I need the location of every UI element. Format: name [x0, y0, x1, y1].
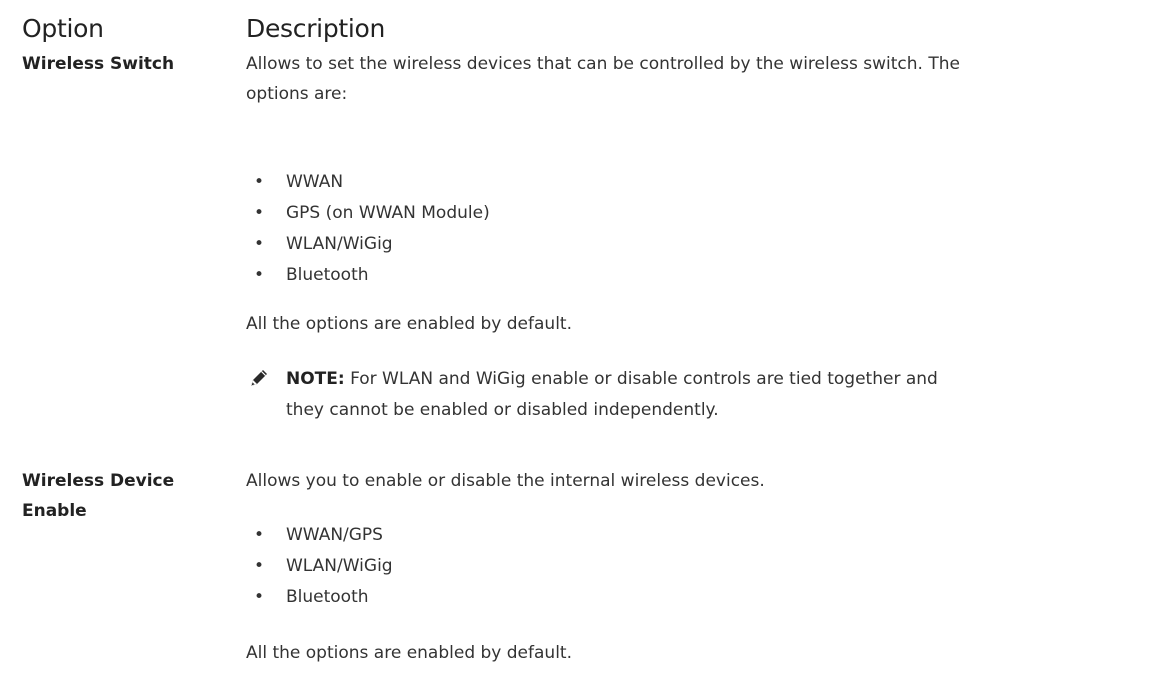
note-wlan-wigig: NOTE: For WLAN and WiGig enable or disab… — [286, 364, 1146, 426]
bullet-icon: • — [254, 203, 265, 223]
description-line-2: options are: — [246, 84, 348, 104]
bullet-icon: • — [254, 172, 265, 192]
list-item: • WWAN — [246, 167, 490, 198]
list-item-label: WLAN/WiGig — [286, 234, 393, 254]
bullet-icon: • — [254, 265, 265, 285]
list-item-label: Bluetooth — [286, 265, 369, 285]
list-item: • GPS (on WWAN Module) — [246, 198, 490, 229]
bullet-icon: • — [254, 556, 265, 576]
list-item-label: WWAN/GPS — [286, 525, 383, 545]
list-item: • Bluetooth — [246, 582, 393, 613]
option-label-line-1: Wireless Device — [22, 471, 175, 491]
option-label-line-2: Enable — [22, 501, 87, 521]
description-wireless-switch: Allows to set the wireless devices that … — [246, 49, 1146, 109]
note-line-2: they cannot be enabled or disabled indep… — [286, 400, 719, 420]
list-item-label: GPS (on WWAN Module) — [286, 203, 490, 223]
list-item: • WLAN/WiGig — [246, 551, 393, 582]
list-item-label: WWAN — [286, 172, 344, 192]
default-note-wireless-device-enable: All the options are enabled by default. — [246, 643, 572, 663]
description-line-1: Allows to set the wireless devices that … — [246, 54, 960, 74]
list-item-label: WLAN/WiGig — [286, 556, 393, 576]
option-label-wireless-switch: Wireless Switch — [22, 54, 175, 74]
default-note-wireless-switch: All the options are enabled by default. — [246, 314, 572, 334]
description-column-header: Description — [246, 14, 386, 43]
bullet-icon: • — [254, 587, 265, 607]
list-item: • Bluetooth — [246, 260, 490, 291]
option-label-wireless-device-enable: Wireless Device Enable — [22, 466, 222, 526]
note-body-line-1: For WLAN and WiGig enable or disable con… — [344, 369, 938, 389]
note-line-1: NOTE: For WLAN and WiGig enable or disab… — [286, 364, 1146, 395]
list-item: • WWAN/GPS — [246, 520, 393, 551]
description-wireless-device-enable: Allows you to enable or disable the inte… — [246, 471, 765, 491]
option-column-header: Option — [22, 14, 104, 43]
wireless-switch-options-list: • WWAN • GPS (on WWAN Module) • WLAN/WiGig … — [246, 167, 490, 291]
list-item: • WLAN/WiGig — [246, 229, 490, 260]
bullet-icon: • — [254, 525, 265, 545]
note-pencil-icon — [251, 370, 267, 386]
list-item-label: Bluetooth — [286, 587, 369, 607]
bullet-icon: • — [254, 234, 265, 254]
wireless-device-options-list: • WWAN/GPS • WLAN/WiGig • Bluetooth — [246, 520, 393, 613]
note-label: NOTE: — [286, 369, 345, 389]
